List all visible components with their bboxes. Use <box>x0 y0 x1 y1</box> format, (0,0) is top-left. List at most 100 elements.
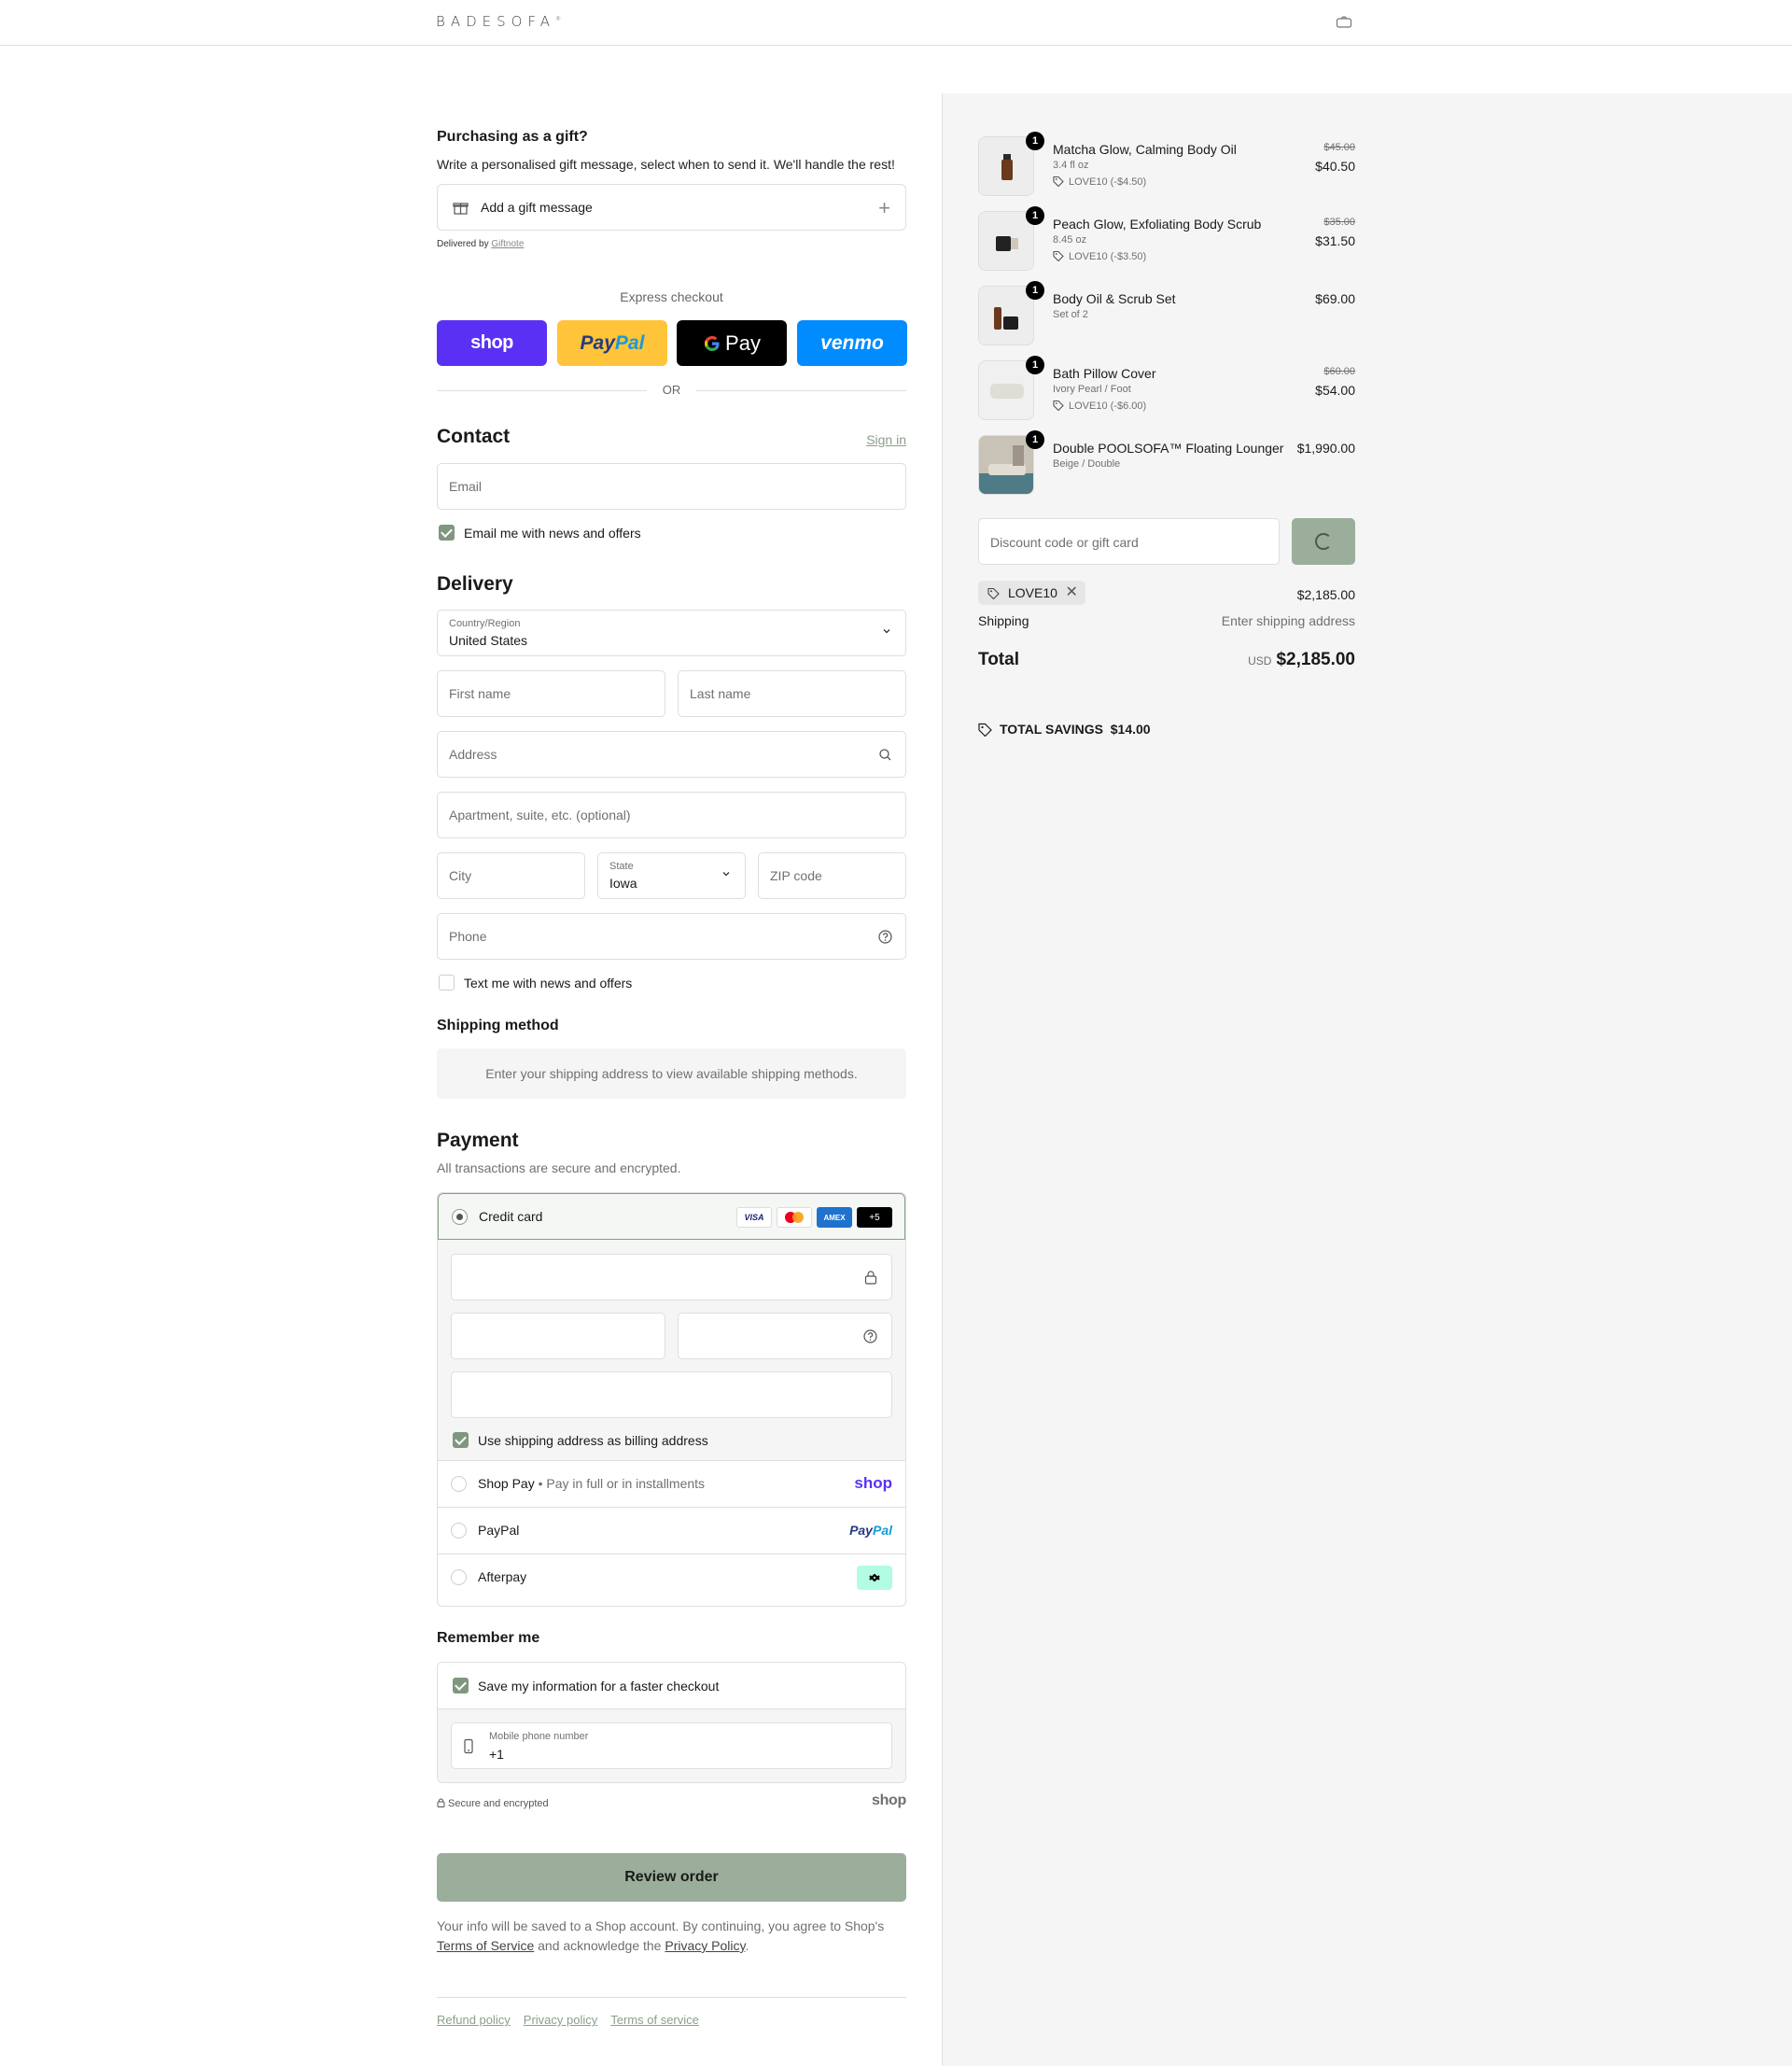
last-name-placeholder: Last name <box>690 686 751 701</box>
paypal-express-button[interactable]: Pay Pal <box>557 320 667 366</box>
tag-icon <box>978 723 992 737</box>
product-thumbnail <box>978 435 1034 495</box>
afterpay-icon <box>869 1573 880 1582</box>
brand-logo[interactable]: BADESOFA® <box>436 13 561 30</box>
country-value: United States <box>449 633 528 648</box>
lock-icon <box>864 1271 877 1285</box>
venmo-express-button[interactable]: venmo <box>797 320 907 366</box>
refund-policy-link[interactable]: Refund policy <box>437 2013 511 2027</box>
gift-description: Write a personalised gift message, selec… <box>437 157 895 172</box>
body-oil-image <box>979 137 1033 195</box>
footer-links: Refund policy Privacy policy Terms of serv… <box>437 2013 712 2027</box>
add-gift-message-button[interactable]: Add a gift message + <box>437 184 906 231</box>
zip-field[interactable]: ZIP code <box>758 852 906 899</box>
afterpay-radio[interactable] <box>451 1569 467 1585</box>
quantity-badge: 1 <box>1026 281 1044 300</box>
item-name: Matcha Glow, Calming Body Oil <box>1053 142 1237 157</box>
item-name: Bath Pillow Cover <box>1053 366 1156 381</box>
save-info-label: Save my information for a faster checkou… <box>478 1679 720 1694</box>
search-icon <box>879 749 891 761</box>
visa-icon: VISA <box>736 1207 772 1228</box>
shipping-value: Enter shipping address <box>1221 613 1355 628</box>
afterpay-option[interactable]: Afterpay <box>438 1553 905 1600</box>
email-field[interactable]: Email <box>437 463 906 510</box>
chevron-down-icon <box>883 629 890 634</box>
mobile-phone-field[interactable]: Mobile phone number +1 <box>451 1722 892 1769</box>
credit-card-option[interactable]: Credit card VISA AMEX +5 <box>438 1193 905 1240</box>
giftnote-link[interactable]: Giftnote <box>491 239 524 249</box>
review-order-button[interactable]: Review order <box>437 1853 906 1902</box>
remember-me-title: Remember me <box>437 1630 540 1646</box>
delivered-by: Delivered by Giftnote <box>437 239 524 249</box>
shipping-method-title: Shipping method <box>437 1018 559 1033</box>
item-variant: Set of 2 <box>1053 309 1088 320</box>
remove-discount-icon[interactable]: ✕ <box>1066 581 1078 605</box>
expiration-date-field[interactable] <box>451 1313 665 1359</box>
billing-same-checkbox[interactable] <box>453 1432 469 1448</box>
shop-pay-express-button[interactable]: shop <box>437 320 547 366</box>
city-field[interactable]: City <box>437 852 585 899</box>
chevron-down-icon <box>722 872 730 877</box>
shop-pay-logo: shop <box>854 1474 892 1492</box>
footer-terms-link[interactable]: Terms of service <box>610 2013 699 2027</box>
total-label: Total <box>978 650 1019 669</box>
remember-me-box: Save my information for a faster checkou… <box>437 1662 906 1783</box>
email-news-checkbox[interactable] <box>439 525 455 541</box>
phone-placeholder: Phone <box>449 929 487 944</box>
text-news-checkbox[interactable] <box>439 975 455 991</box>
shop-pay-radio[interactable] <box>451 1476 467 1492</box>
shop-pay-option[interactable]: Shop Pay • Pay in full or in installment… <box>438 1460 905 1507</box>
shop-pay-label: Shop Pay • Pay in full or in installment… <box>478 1476 705 1491</box>
legal-text: Your info will be saved to a Shop accoun… <box>437 1917 906 1956</box>
google-pay-express-button[interactable]: Pay <box>677 320 787 366</box>
quantity-badge: 1 <box>1026 356 1044 374</box>
secure-text: Secure and encrypted <box>448 1798 549 1809</box>
name-on-card-field[interactable] <box>451 1371 892 1418</box>
last-name-field[interactable]: Last name <box>678 670 906 717</box>
card-number-field[interactable] <box>451 1254 892 1300</box>
paypal-logo: PayPal <box>849 1523 892 1538</box>
mobile-phone-icon <box>464 1738 473 1754</box>
apartment-field[interactable]: Apartment, suite, etc. (optional) <box>437 792 906 838</box>
discount-code-input[interactable]: Discount code or gift card <box>978 518 1280 565</box>
help-circle-icon[interactable] <box>877 929 893 945</box>
privacy-policy-link[interactable]: Privacy Policy <box>665 1938 745 1953</box>
line-item: 1 Bath Pillow Cover Ivory Pearl / Foot L… <box>978 356 1355 426</box>
payment-methods: Credit card VISA AMEX +5 Use shipping ad… <box>437 1192 906 1607</box>
paypal-radio[interactable] <box>451 1523 467 1539</box>
footer-privacy-policy-link[interactable]: Privacy policy <box>524 2013 597 2027</box>
divider-line-right <box>696 390 906 391</box>
amex-icon: AMEX <box>817 1207 852 1228</box>
legal-text-part1: Your info will be saved to a Shop accoun… <box>437 1918 885 1933</box>
venmo-logo-text: venmo <box>820 331 884 354</box>
first-name-field[interactable]: First name <box>437 670 665 717</box>
apply-discount-button[interactable] <box>1292 518 1355 565</box>
afterpay-logo <box>857 1566 892 1590</box>
mastercard-icon <box>777 1207 812 1228</box>
save-info-checkbox[interactable] <box>453 1678 469 1694</box>
paypal-logo-a: Pay <box>580 331 615 354</box>
afterpay-label: Afterpay <box>478 1569 527 1584</box>
gift-icon <box>453 203 469 215</box>
total-currency: USD <box>1248 654 1272 668</box>
phone-field[interactable]: Phone <box>437 913 906 960</box>
item-variant: Beige / Double <box>1053 458 1121 470</box>
body-scrub-image <box>979 212 1033 270</box>
paypal-option[interactable]: PayPal PayPal <box>438 1507 905 1553</box>
footer-divider <box>437 1997 906 1998</box>
plus-icon: + <box>878 196 890 219</box>
address-field[interactable]: Address <box>437 731 906 778</box>
country-select[interactable]: Country/Region United States <box>437 610 906 656</box>
credit-card-radio[interactable] <box>452 1209 468 1225</box>
bag-icon[interactable] <box>1336 15 1352 28</box>
state-select[interactable]: State Iowa <box>597 852 746 899</box>
item-variant: 8.45 oz <box>1053 234 1087 246</box>
product-thumbnail <box>978 211 1034 271</box>
sign-in-link[interactable]: Sign in <box>866 432 906 447</box>
quantity-badge: 1 <box>1026 132 1044 150</box>
visa-text: VISA <box>744 1213 764 1222</box>
help-circle-icon[interactable] <box>862 1328 878 1344</box>
security-code-field[interactable] <box>678 1313 892 1359</box>
terms-of-service-link[interactable]: Terms of Service <box>437 1938 534 1953</box>
paypal-logo-b: Pal <box>614 331 645 354</box>
